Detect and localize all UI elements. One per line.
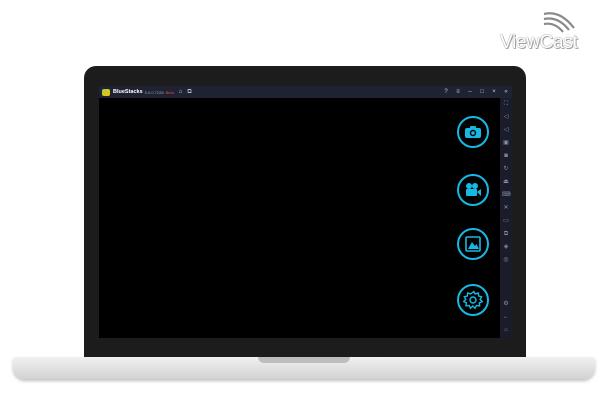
eco-mode-icon[interactable]: ◎ [502,256,510,264]
restore-icon[interactable]: □ [476,86,488,98]
app-title: BlueStacks [113,89,143,95]
camera-viewport[interactable] [99,98,500,338]
help-icon[interactable]: ? [440,86,452,98]
volume-down-icon[interactable]: ◁ [502,126,510,134]
screenshot-icon[interactable]: ◙ [502,152,510,160]
screen-record-icon[interactable]: ▣ [502,139,510,147]
home-icon[interactable]: ⌂ [179,86,183,98]
right-sidebar: ⛶ ◁ ◁ ▣ ◙ ↻ ⏏ ⌨ ✕ ▭ ⧉ ◈ ◎ ⚙ ← ⌂ [500,98,512,338]
beta-badge: Beta [165,89,174,95]
settings-button[interactable] [457,284,489,316]
bluestacks-window: BlueStacks 5.0.0.7228 Beta ⌂ ⧉ ? ≡ – □ ×… [99,86,512,338]
laptop-base [13,357,595,379]
expand-sidebar-icon[interactable]: « [500,86,512,98]
camera-capture-button[interactable] [457,116,489,148]
video-record-icon [466,183,481,196]
shake-icon[interactable]: ⏏ [502,178,510,186]
window-controls: ? ≡ – □ × « [440,86,512,98]
layers-icon[interactable]: ◈ [502,243,510,251]
fullscreen-icon[interactable]: ⛶ [502,100,510,108]
copy-icon[interactable]: ⧉ [502,230,510,238]
close-icon[interactable]: × [488,86,500,98]
keyboard-icon[interactable]: ⌨ [502,191,511,199]
bluestacks-logo-icon [102,88,110,96]
titlebar: BlueStacks 5.0.0.7228 Beta ⌂ ⧉ ? ≡ – □ ×… [99,86,512,98]
laptop-notch [258,357,350,363]
camera-capture-icon [465,126,481,138]
android-home-icon[interactable]: ⌂ [502,326,510,334]
menu-icon[interactable]: ≡ [452,86,464,98]
back-icon[interactable]: ← [502,313,510,321]
viewcast-logo: ViewCast [500,6,596,53]
sidebar-settings-icon[interactable]: ⚙ [502,300,510,308]
logo-text: ViewCast [500,32,578,53]
folder-icon[interactable]: ▭ [502,217,510,225]
minimize-icon[interactable]: – [464,86,476,98]
multi-instance-icon[interactable]: ⧉ [187,86,191,98]
app-version: 5.0.0.7228 [144,89,164,95]
rotate-icon[interactable]: ↻ [502,165,510,173]
gallery-button[interactable] [457,228,489,260]
gamepad-icon[interactable]: ✕ [502,204,510,212]
gallery-icon [465,236,481,252]
settings-icon [463,290,483,310]
video-record-button[interactable] [457,174,489,206]
volume-up-icon[interactable]: ◁ [502,113,510,121]
